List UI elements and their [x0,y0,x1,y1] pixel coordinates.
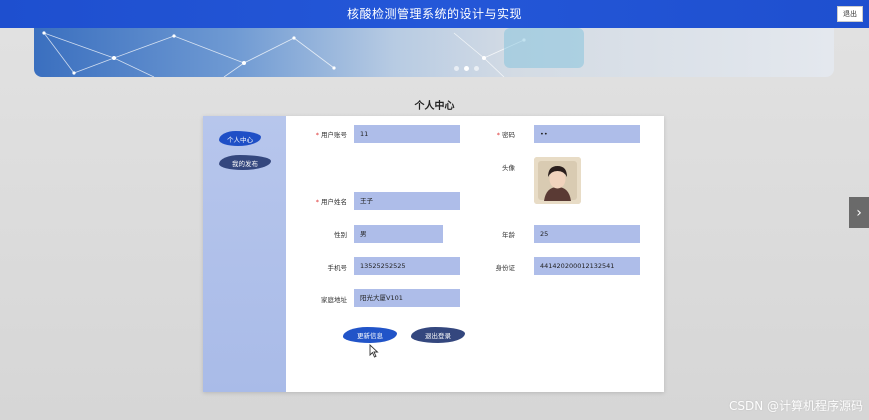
carousel-indicators[interactable] [454,66,479,71]
avatar-label: 头像 [502,164,515,172]
sidebar-item-profile[interactable]: 个人中心 [219,131,261,146]
phone-input[interactable] [354,257,460,275]
account-input[interactable] [354,125,460,143]
id-card-input[interactable] [534,257,640,275]
phone-label: 手机号 [327,264,348,272]
mouse-cursor-icon [369,344,379,358]
carousel-next-button[interactable]: › [849,197,869,228]
password-label-text: 密码 [502,131,515,139]
gender-label: 性别 [334,231,347,239]
carousel-dot-active[interactable] [464,66,469,71]
chevron-right-icon: › [856,204,862,221]
page-title: 个人中心 [414,101,455,112]
account-label: * 用户账号 [303,129,347,139]
address-input[interactable] [354,289,460,307]
password-label: * 密码 [483,129,515,139]
name-label: * 用户姓名 [303,196,347,206]
avatar-portrait-icon [534,157,581,204]
banner-carousel[interactable] [34,28,834,77]
gender-select[interactable] [354,225,443,243]
top-bar: 核酸检测管理系统的设计与实现 退出 [0,0,869,28]
profile-sidebar: 个人中心 我的发布 [203,116,286,392]
top-logout-button[interactable]: 退出 [837,6,863,22]
required-mark: * [315,198,319,206]
required-mark: * [315,131,319,139]
sidebar-item-my-posts[interactable]: 我的发布 [219,155,271,170]
update-info-button[interactable]: 更新信息 [343,327,397,343]
carousel-dot[interactable] [454,66,459,71]
password-input[interactable] [534,125,640,143]
age-input[interactable] [534,225,640,243]
account-label-text: 用户账号 [321,131,347,139]
carousel-dot[interactable] [474,66,479,71]
app-title: 核酸检测管理系统的设计与实现 [346,7,522,21]
id-card-label: 身份证 [495,264,516,272]
avatar-image[interactable] [534,157,581,204]
name-label-text: 用户姓名 [321,198,347,206]
name-input[interactable] [354,192,460,210]
profile-card: 个人中心 我的发布 *用户账号 *密码 头像 *用户姓名 性别 年龄 手机号 身… [203,116,664,392]
banner-network-graphic [42,28,584,77]
logout-button[interactable]: 退出登录 [411,327,465,343]
age-label: 年龄 [502,231,515,239]
required-mark: * [496,131,500,139]
watermark-text: CSDN @计算机程序源码 [728,399,863,413]
address-label: 家庭地址 [321,296,347,304]
